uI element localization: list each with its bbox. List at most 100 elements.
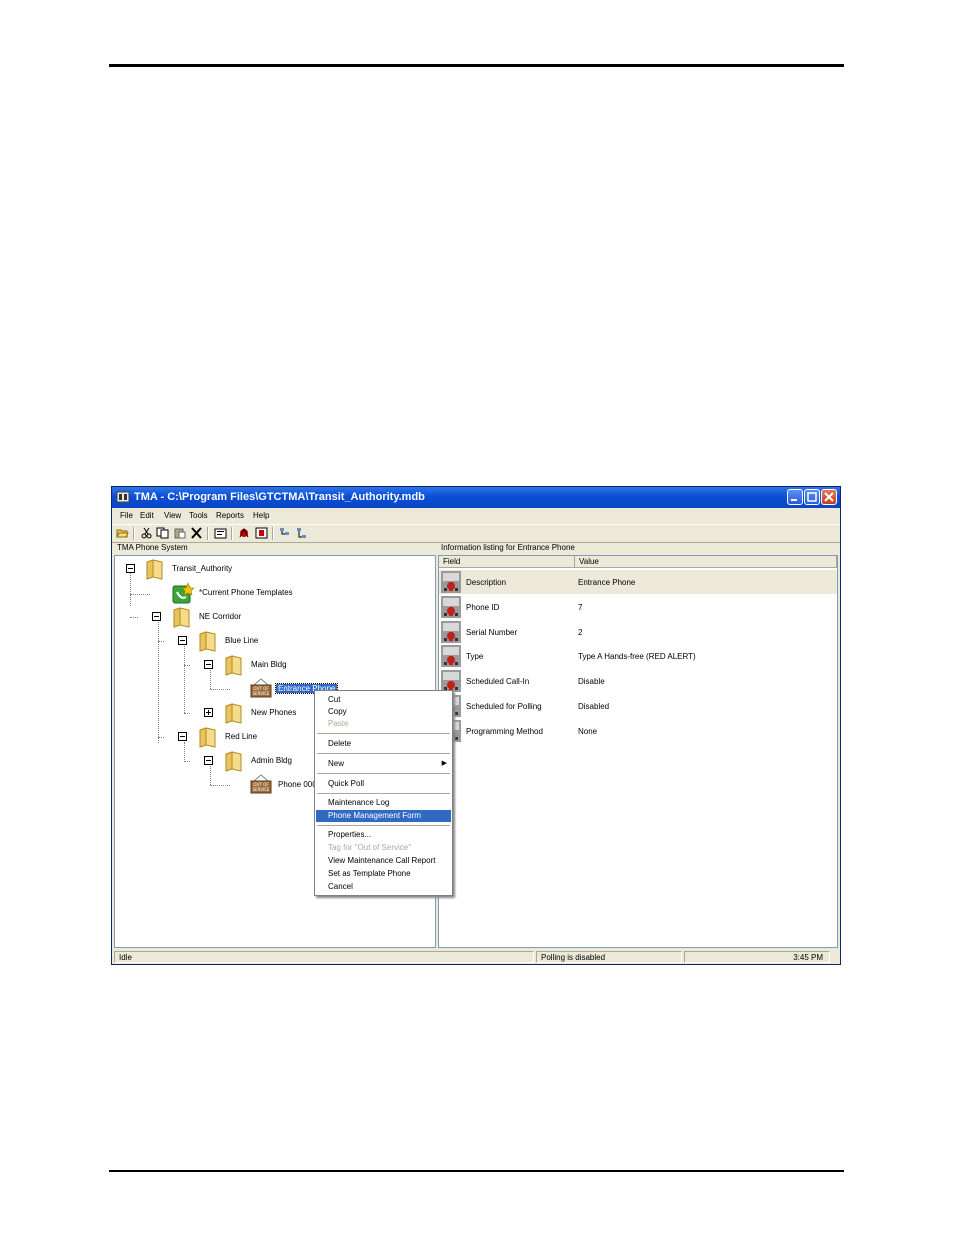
list-row[interactable]: Scheduled Call-In Disable xyxy=(439,669,837,693)
close-icon xyxy=(824,492,834,502)
copy-icon[interactable] xyxy=(156,527,169,539)
toolbar-separator xyxy=(133,527,135,540)
menu-tools[interactable]: Tools xyxy=(189,511,208,520)
collapse-blue-line-toggle[interactable] xyxy=(178,636,187,645)
status-polling: Polling is disabled xyxy=(536,951,682,963)
menu-item-copy[interactable]: Copy xyxy=(316,706,451,718)
phone-row-icon xyxy=(441,645,461,668)
tree-node-phone-000[interactable]: Phone 000 xyxy=(278,780,317,789)
tree-node-new-phones[interactable]: New Phones xyxy=(251,708,296,717)
row-field: Programming Method xyxy=(466,726,543,736)
menu-item-view-maintenance-call-report[interactable]: View Maintenance Call Report xyxy=(316,855,451,867)
template-phone-icon xyxy=(172,582,194,604)
tree-node-transit-authority[interactable]: Transit_Authority xyxy=(172,564,232,573)
menu-item-quick-poll[interactable]: Quick Poll xyxy=(316,778,451,790)
menu-item-cut[interactable]: Cut xyxy=(316,694,451,706)
tree-expand-icon[interactable] xyxy=(279,527,292,539)
phone-row-icon xyxy=(441,571,461,593)
menu-separator xyxy=(317,793,450,794)
menu-separator xyxy=(317,773,450,774)
row-field: Description xyxy=(466,578,507,587)
svg-text:SERVICE: SERVICE xyxy=(253,787,270,792)
out-of-service-phone-icon: OUT OFSERVICE xyxy=(250,774,272,794)
paste-icon[interactable] xyxy=(173,527,186,539)
menu-view[interactable]: View xyxy=(164,511,181,520)
menu-bar: File Edit View Tools Reports Help xyxy=(112,509,840,523)
tree-node-current-phone-templates[interactable]: *Current Phone Templates xyxy=(199,588,293,597)
folder-icon xyxy=(225,703,242,724)
alert-icon[interactable] xyxy=(255,527,268,539)
menu-reports[interactable]: Reports xyxy=(216,511,244,520)
context-menu: Cut Copy Paste Delete New ▶ Quick Poll Ma… xyxy=(314,690,453,896)
menu-item-phone-management-form[interactable]: Phone Management Form xyxy=(316,810,451,822)
menu-item-cancel[interactable]: Cancel xyxy=(316,881,451,893)
menu-file[interactable]: File xyxy=(120,511,133,520)
row-field: Scheduled Call-In xyxy=(466,677,530,687)
folder-icon xyxy=(173,607,190,628)
title-bar[interactable]: TMA - C:\Program Files\GTCTMA\Transit_Au… xyxy=(112,487,840,508)
menu-item-maintenance-log[interactable]: Maintenance Log xyxy=(316,797,451,809)
maximize-icon xyxy=(807,492,817,502)
status-bar: Idle Polling is disabled 3:45 PM xyxy=(112,950,840,964)
list-row[interactable]: Description Entrance Phone xyxy=(439,570,837,594)
row-field: Serial Number xyxy=(466,627,518,637)
row-field: Scheduled for Polling xyxy=(466,702,542,711)
tree-pane-header: TMA Phone System xyxy=(117,543,188,552)
row-value: Disable xyxy=(578,677,605,687)
collapse-admin-bldg-toggle[interactable] xyxy=(204,756,213,765)
row-value: 2 xyxy=(578,627,583,637)
folder-icon xyxy=(146,559,163,580)
open-icon[interactable] xyxy=(116,527,129,539)
row-value: Disabled xyxy=(578,702,610,711)
collapse-main-bldg-toggle[interactable] xyxy=(204,660,213,669)
tree-node-ne-corridor[interactable]: NE Corridor xyxy=(199,612,241,621)
list-row[interactable]: Scheduled for Polling Disabled xyxy=(439,694,837,718)
tree-node-admin-bldg[interactable]: Admin Bldg xyxy=(251,756,292,765)
collapse-root-toggle[interactable] xyxy=(126,564,135,573)
delete-icon[interactable] xyxy=(190,527,203,539)
cut-icon[interactable] xyxy=(140,527,153,539)
list-row[interactable]: Phone ID 7 xyxy=(439,595,837,619)
menu-item-new[interactable]: New ▶ xyxy=(316,758,451,770)
menu-item-set-as-template[interactable]: Set as Template Phone xyxy=(316,868,451,880)
menu-edit[interactable]: Edit xyxy=(140,511,154,520)
tma-application-window: TMA - C:\Program Files\GTCTMA\Transit_Au… xyxy=(111,486,841,965)
tree-node-red-line[interactable]: Red Line xyxy=(225,732,257,741)
toolbar-separator xyxy=(231,527,233,540)
phone-row-icon xyxy=(441,595,461,618)
menu-help[interactable]: Help xyxy=(253,511,269,520)
list-row[interactable]: Programming Method None xyxy=(439,719,837,743)
close-button[interactable] xyxy=(821,489,837,505)
list-row[interactable]: Serial Number 2 xyxy=(439,620,837,644)
minimize-button[interactable] xyxy=(787,489,803,505)
properties-icon[interactable] xyxy=(214,527,227,539)
list-row[interactable]: Type Type A Hands-free (RED ALERT) xyxy=(439,644,837,668)
collapse-ne-corridor-toggle[interactable] xyxy=(152,612,161,621)
window-title: TMA - C:\Program Files\GTCTMA\Transit_Au… xyxy=(134,491,425,503)
menu-item-properties[interactable]: Properties... xyxy=(316,829,451,841)
collapse-red-line-toggle[interactable] xyxy=(178,732,187,741)
folder-icon xyxy=(199,727,216,748)
menu-separator xyxy=(317,733,450,734)
page-top-rule xyxy=(109,64,844,67)
row-value: Entrance Phone xyxy=(578,578,636,587)
menu-item-tag-out-of-service: Tag for "Out of Service" xyxy=(328,843,412,852)
expand-new-phones-toggle[interactable] xyxy=(204,708,213,717)
status-time: 3:45 PM xyxy=(684,951,830,963)
folder-icon xyxy=(225,655,242,676)
menu-item-delete[interactable]: Delete xyxy=(316,738,451,750)
svg-text:SERVICE: SERVICE xyxy=(253,691,270,696)
tree-collapse-icon[interactable] xyxy=(296,527,309,539)
details-list-pane[interactable]: Field Value Description Entrance Phone Pho… xyxy=(438,555,838,948)
out-of-service-phone-icon: OUT OFSERVICE xyxy=(250,678,272,698)
maximize-button[interactable] xyxy=(804,489,820,505)
column-header-field[interactable]: Field xyxy=(439,556,575,568)
tree-node-main-bldg[interactable]: Main Bldg xyxy=(251,660,287,669)
row-value: None xyxy=(578,726,598,736)
column-header-value[interactable]: Value xyxy=(575,556,837,568)
tree-node-blue-line[interactable]: Blue Line xyxy=(225,636,258,645)
list-pane-header: Information listing for Entrance Phone xyxy=(441,543,575,552)
poll-icon[interactable] xyxy=(238,527,251,539)
row-field: Type xyxy=(466,652,484,662)
folder-icon xyxy=(199,631,216,652)
